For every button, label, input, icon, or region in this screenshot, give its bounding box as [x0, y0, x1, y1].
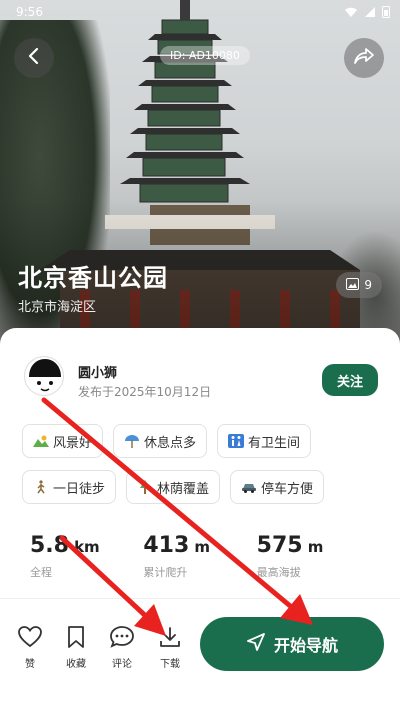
share-arrow-icon	[353, 47, 375, 69]
wifi-icon	[344, 6, 358, 21]
stat-elevation-gain: 413 m 累计爬升	[143, 533, 256, 580]
beach-umbrella-icon	[124, 434, 140, 448]
status-time: 9:56	[16, 5, 43, 19]
place-location: 北京市海淀区	[18, 300, 97, 315]
download-label: 下载	[160, 659, 180, 670]
stat-unit: m	[194, 538, 210, 556]
back-button[interactable]	[14, 38, 54, 78]
tag-row: 一日徒步 林荫覆盖 停车方便	[22, 470, 382, 504]
stat-value: 413	[143, 533, 190, 558]
comment-icon	[108, 623, 136, 651]
tag-rest-stops[interactable]: 休息点多	[113, 424, 208, 458]
bookmark-icon	[62, 623, 90, 651]
start-navigation-label: 开始导航	[273, 636, 338, 655]
status-bar: 9:56	[0, 0, 400, 26]
heart-icon	[16, 623, 44, 651]
stat-label: 累计爬升	[143, 566, 188, 579]
tree-icon	[137, 480, 153, 494]
follow-button[interactable]: 关注	[322, 364, 378, 396]
tag-label: 有卫生间	[248, 435, 301, 451]
stat-label: 全程	[30, 566, 52, 579]
like-label: 赞	[25, 659, 35, 670]
download-icon	[156, 623, 184, 651]
stat-max-altitude: 575 m 最高海拔	[257, 533, 370, 580]
chevron-left-icon	[27, 47, 41, 69]
like-button[interactable]: 赞	[12, 623, 48, 670]
post-date: 发布于2025年10月12日	[78, 385, 212, 399]
route-id-badge: ID: AD10080	[160, 46, 250, 65]
stat-label: 最高海拔	[256, 566, 301, 579]
landscape-icon	[33, 434, 49, 448]
favorite-button[interactable]: 收藏	[58, 623, 94, 670]
start-navigation-button[interactable]: 开始导航	[200, 617, 384, 671]
car-icon	[241, 480, 257, 494]
tag-day-hike[interactable]: 一日徒步	[22, 470, 117, 504]
tag-label: 风景好	[53, 435, 93, 451]
stat-distance: 5.8 km 全程	[30, 533, 143, 580]
share-button[interactable]	[344, 38, 384, 78]
photo-count-value: 9	[364, 278, 372, 292]
tag-label: 停车方便	[261, 481, 314, 497]
battery-icon	[382, 5, 390, 21]
tag-label: 休息点多	[144, 435, 197, 451]
navigation-arrow-icon	[246, 632, 266, 656]
signal-icon	[364, 6, 376, 21]
favorite-label: 收藏	[66, 659, 86, 670]
image-icon	[346, 277, 360, 293]
route-stats: 5.8 km 全程 413 m 累计爬升 575 m 最高海拔	[30, 533, 370, 580]
comment-label: 评论	[112, 659, 132, 670]
stat-unit: km	[74, 538, 100, 556]
stat-value: 5.8	[30, 533, 69, 558]
tag-label: 林荫覆盖	[157, 481, 210, 497]
download-button[interactable]: 下载	[152, 623, 188, 670]
bottom-action-bar: 赞 收藏 评论 下载 开始导航	[0, 598, 400, 711]
stat-unit: m	[307, 538, 324, 556]
hiker-icon	[33, 480, 49, 494]
place-title: 北京香山公园	[18, 264, 168, 292]
stat-value: 575	[256, 533, 303, 558]
tag-row: 风景好 休息点多 有卫生间	[22, 424, 382, 458]
tag-restroom[interactable]: 有卫生间	[217, 424, 312, 458]
feature-tags: 风景好 休息点多 有卫生间 一日徒步 林荫覆盖 停车方便	[22, 424, 382, 516]
comment-button[interactable]: 评论	[104, 623, 140, 670]
tag-label: 一日徒步	[53, 481, 106, 497]
tag-parking[interactable]: 停车方便	[230, 470, 325, 504]
author-name[interactable]: 圆小狮	[78, 362, 117, 381]
avatar[interactable]	[24, 356, 64, 396]
status-icons	[344, 5, 390, 21]
tag-scenery[interactable]: 风景好	[22, 424, 104, 458]
restroom-icon	[228, 434, 245, 448]
tag-tree-shade[interactable]: 林荫覆盖	[126, 470, 221, 504]
photo-gallery-button[interactable]: 9	[336, 272, 382, 298]
